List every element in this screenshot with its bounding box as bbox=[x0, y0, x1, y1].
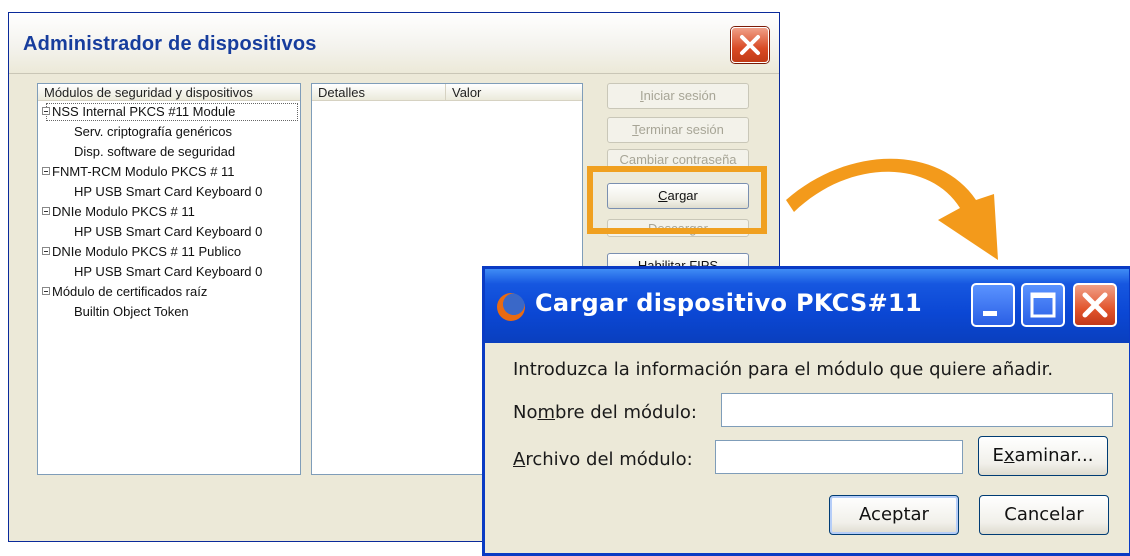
load-pkcs11-dialog: Cargar dispositivo PKCS#11 Introduzca la… bbox=[482, 266, 1130, 556]
tree-item-fnmt[interactable]: FNMT-RCM Modulo PKCS # 11 bbox=[52, 164, 235, 180]
collapse-icon[interactable] bbox=[42, 247, 50, 255]
maximize-icon bbox=[1030, 292, 1056, 318]
dialog-instruction: Introduzca la información para el módulo… bbox=[513, 359, 1054, 380]
tree-item-hp-keyboard[interactable]: HP USB Smart Card Keyboard 0 bbox=[74, 264, 262, 280]
collapse-icon[interactable] bbox=[42, 167, 50, 175]
accept-button[interactable]: Aceptar bbox=[829, 495, 959, 535]
modules-tree[interactable]: Módulos de seguridad y dispositivos NSS … bbox=[37, 83, 301, 475]
module-name-field[interactable] bbox=[721, 393, 1113, 427]
minimize-button[interactable] bbox=[971, 283, 1015, 327]
collapse-icon[interactable] bbox=[42, 107, 50, 115]
module-file-field[interactable] bbox=[715, 440, 963, 474]
window-title: Administrador de dispositivos bbox=[23, 33, 317, 55]
cancel-button[interactable]: Cancelar bbox=[979, 495, 1109, 535]
module-name-label: Nombre del módulo: bbox=[513, 402, 697, 423]
collapse-icon[interactable] bbox=[42, 287, 50, 295]
details-column-header[interactable]: Detalles bbox=[312, 84, 446, 101]
tree-item-hp-keyboard[interactable]: HP USB Smart Card Keyboard 0 bbox=[74, 224, 262, 240]
tree-item-builtin-token[interactable]: Builtin Object Token bbox=[74, 304, 189, 320]
arrow-icon bbox=[786, 158, 998, 260]
login-button[interactable]: Iniciar sesión bbox=[607, 83, 749, 109]
maximize-button[interactable] bbox=[1021, 283, 1065, 327]
tree-item-hp-keyboard[interactable]: HP USB Smart Card Keyboard 0 bbox=[74, 184, 262, 200]
load-button-highlight bbox=[587, 166, 767, 234]
tree-item-crypto-services[interactable]: Serv. criptografía genéricos bbox=[74, 124, 232, 140]
close-icon bbox=[1082, 292, 1108, 318]
dialog-title-bar: Cargar dispositivo PKCS#11 bbox=[485, 269, 1129, 343]
tree-item-software-security[interactable]: Disp. software de seguridad bbox=[74, 144, 235, 160]
close-icon bbox=[740, 35, 760, 55]
modules-column-header[interactable]: Módulos de seguridad y dispositivos bbox=[38, 84, 300, 101]
title-bar: Administrador de dispositivos bbox=[9, 13, 779, 74]
tree-item-dnie[interactable]: DNIe Modulo PKCS # 11 bbox=[52, 204, 195, 220]
value-column-header[interactable]: Valor bbox=[446, 84, 582, 101]
tree-item-dnie-publico[interactable]: DNIe Modulo PKCS # 11 Publico bbox=[52, 244, 241, 260]
minimize-icon bbox=[983, 311, 997, 316]
dialog-title: Cargar dispositivo PKCS#11 bbox=[535, 289, 923, 317]
firefox-icon bbox=[497, 293, 525, 321]
browse-button[interactable]: Examinar... bbox=[978, 436, 1108, 476]
dialog-close-button[interactable] bbox=[1073, 283, 1117, 327]
tree-item-nss-internal[interactable]: NSS Internal PKCS #11 Module bbox=[52, 104, 235, 120]
close-button[interactable] bbox=[731, 27, 769, 63]
tree-item-root-certs[interactable]: Módulo de certificados raíz bbox=[52, 284, 207, 300]
module-file-label: Archivo del módulo: bbox=[513, 449, 693, 470]
collapse-icon[interactable] bbox=[42, 207, 50, 215]
logout-button[interactable]: Terminar sesión bbox=[607, 117, 749, 143]
